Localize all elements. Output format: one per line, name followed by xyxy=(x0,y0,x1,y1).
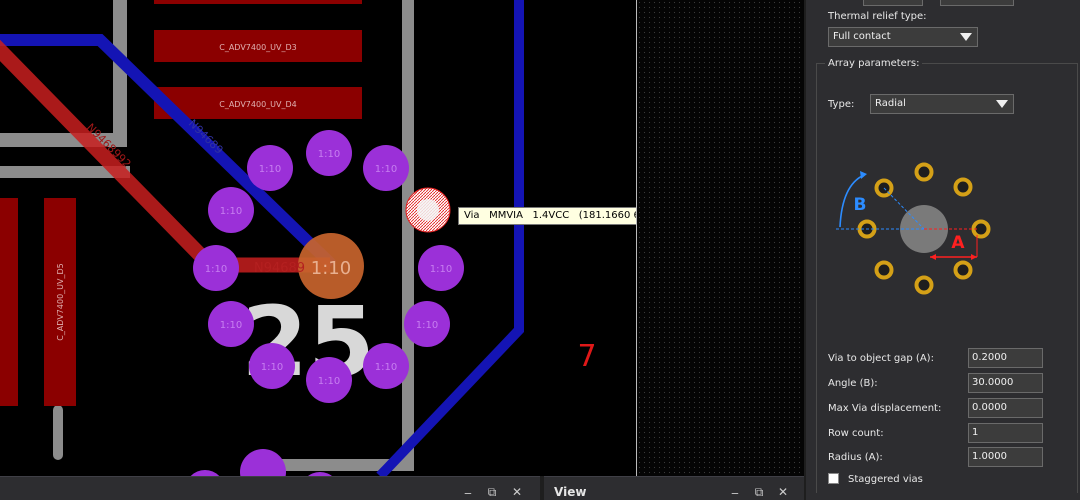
pcb-drawing: C_ADV7400_UV_D3 C_ADV7400_UV_D4 C_ADV740… xyxy=(0,0,597,476)
dock-panel-view: View ‒ ⧉ ✕ xyxy=(544,476,804,500)
staggered-vias-checkbox[interactable] xyxy=(828,473,839,484)
dropdown-arrow-icon xyxy=(996,100,1008,108)
canvas-grid-area[interactable] xyxy=(636,0,804,476)
component-pad xyxy=(154,0,362,4)
component-label: C_ADV7400_UV_D3 xyxy=(219,43,297,52)
component-label: C_ADV7400_UV_D5 xyxy=(56,263,65,341)
restore-icon[interactable]: ⧉ xyxy=(485,485,499,499)
center-via-label: 1:10 xyxy=(311,258,351,279)
top-input-2[interactable] xyxy=(940,0,1014,6)
minimize-icon[interactable]: ‒ xyxy=(728,486,742,500)
max-displacement-label: Max Via displacement: xyxy=(828,403,942,414)
array-type-value: Radial xyxy=(875,98,906,109)
via-label: 1:10 xyxy=(220,206,242,217)
radial-array-diagram: B A xyxy=(836,162,991,295)
diagram-angle-arrowhead xyxy=(860,171,867,179)
via-label: 1:10 xyxy=(416,320,438,331)
angle-input[interactable]: 30.0000 xyxy=(968,373,1043,393)
via-label: 1:10 xyxy=(205,264,227,275)
radius-input[interactable]: 1.0000 xyxy=(968,447,1043,467)
type-label: Type: xyxy=(828,99,855,110)
minimize-icon[interactable]: ‒ xyxy=(461,486,475,500)
dock-panel-left: ‒ ⧉ ✕ xyxy=(0,476,540,500)
radius-label: Radius (A): xyxy=(828,452,883,463)
close-icon[interactable]: ✕ xyxy=(776,485,790,499)
restore-icon[interactable]: ⧉ xyxy=(752,485,766,499)
via-label: 1:10 xyxy=(375,362,397,373)
via-tooltip: Via MMVIA 1.4VCC (181.1660 64.3000) xyxy=(458,207,636,225)
via-label: 1:10 xyxy=(430,264,452,275)
via-array-properties-panel: Thermal relief type: Full contact Array … xyxy=(804,0,1080,500)
via-gap-label: Via to object gap (A): xyxy=(828,353,934,364)
via-label: 1:10 xyxy=(375,164,397,175)
via-label: 1:10 xyxy=(220,320,242,331)
array-parameters-label: Array parameters: xyxy=(825,58,923,69)
top-input-1[interactable] xyxy=(863,0,923,6)
placing-via-hole xyxy=(417,199,439,221)
component-pad xyxy=(0,198,18,406)
blue-trace-2 xyxy=(376,0,524,476)
via-label: 1:10 xyxy=(318,149,340,160)
thermal-relief-label: Thermal relief type: xyxy=(828,11,927,22)
pcb-editor-window: C_ADV7400_UV_D3 C_ADV7400_UV_D4 C_ADV740… xyxy=(0,0,1080,500)
via[interactable] xyxy=(240,449,286,476)
component-label: C_ADV7400_UV_D4 xyxy=(219,100,297,109)
layer-number: 7 xyxy=(577,339,596,374)
via-gap-input[interactable]: 0.2000 xyxy=(968,348,1043,368)
net-label: N94689 xyxy=(254,261,305,276)
thermal-relief-select[interactable]: Full contact xyxy=(828,27,978,47)
close-icon[interactable]: ✕ xyxy=(510,485,524,499)
angle-label: Angle (B): xyxy=(828,378,878,389)
row-count-label: Row count: xyxy=(828,428,884,439)
dropdown-arrow-icon xyxy=(960,33,972,41)
via-label: 1:10 xyxy=(261,362,283,373)
thermal-relief-value: Full contact xyxy=(833,31,891,42)
max-displacement-input[interactable]: 0.0000 xyxy=(968,398,1043,418)
diagram-label-b: B xyxy=(854,195,867,215)
array-type-select[interactable]: Radial xyxy=(870,94,1014,114)
pcb-canvas[interactable]: C_ADV7400_UV_D3 C_ADV7400_UV_D4 C_ADV740… xyxy=(0,0,636,476)
via-label: 1:10 xyxy=(259,164,281,175)
view-panel-title: View xyxy=(554,485,587,499)
diagram-label-a: A xyxy=(951,233,965,253)
staggered-vias-label: Staggered vias xyxy=(848,474,923,485)
via-label: 1:10 xyxy=(318,376,340,387)
row-count-input[interactable]: 1 xyxy=(968,423,1043,443)
